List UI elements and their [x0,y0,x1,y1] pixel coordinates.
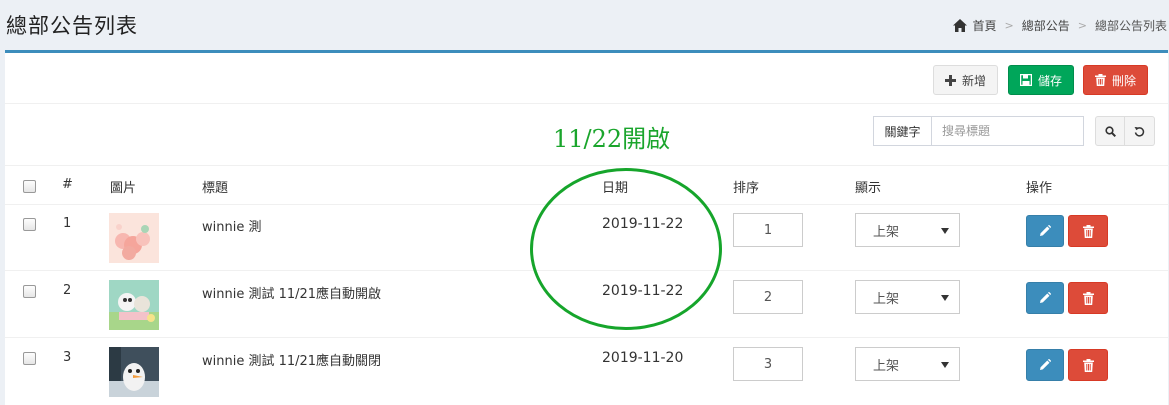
thumbnail-image [109,280,159,330]
row-display-value: 上架 [873,291,900,307]
row-index: 1 [63,216,72,231]
reset-button[interactable] [1125,116,1155,146]
delete-button-label: 刪除 [1111,73,1136,88]
pencil-icon [1040,359,1051,370]
add-button[interactable]: 新增 [933,65,998,95]
row-display-select[interactable]: 上架 [855,280,960,314]
breadcrumb-mid-link[interactable]: 總部公告 [1022,17,1070,34]
search-input[interactable] [931,116,1084,146]
plus-icon [944,74,956,86]
refresh-icon [1134,126,1145,137]
save-button-label: 儲存 [1037,73,1062,88]
content-box: 新增 儲存 刪除 11/22開啟 關鍵字 # 圖片 標題 日期 排序 顯示 操作… [5,50,1168,405]
save-icon [1019,74,1032,86]
row-display-select[interactable]: 上架 [855,213,960,247]
row-index: 2 [63,283,72,298]
row-title: winnie 測 [202,220,262,235]
row-date: 2019-11-22 [602,216,684,232]
row-date: 2019-11-22 [602,283,684,299]
row-edit-button[interactable] [1026,349,1064,381]
delete-button[interactable]: 刪除 [1083,65,1148,95]
notice-text: 11/22開啟 [553,125,671,153]
row-thumbnail[interactable] [109,280,159,330]
home-icon [952,19,967,32]
add-button-label: 新增 [961,73,986,88]
row-order-input[interactable] [733,347,803,381]
row-display-value: 上架 [873,224,900,240]
row-display-value: 上架 [873,358,900,374]
divider [5,270,1168,271]
column-header-display: 顯示 [855,181,882,196]
column-header-date: 日期 [602,181,629,196]
breadcrumb-home-link[interactable]: 首頁 [973,17,997,34]
column-header-order: 排序 [733,181,760,196]
row-date: 2019-11-20 [602,350,684,366]
divider [5,165,1168,166]
select-all-checkbox[interactable] [23,180,36,193]
pencil-icon [1040,292,1051,303]
row-checkbox[interactable] [23,285,36,298]
row-title: winnie 測試 11/21應自動開啟 [202,287,382,302]
row-title: winnie 測試 11/21應自動關閉 [202,354,382,369]
thumbnail-image [109,213,159,263]
search-label: 關鍵字 [873,116,931,146]
save-button[interactable]: 儲存 [1008,65,1074,95]
row-order-input[interactable] [733,213,803,247]
breadcrumb-separator: > [1004,19,1014,32]
page-header: 總部公告列表 首頁 > 總部公告 > 總部公告列表 [0,0,1169,50]
caret-down-icon [941,362,949,368]
search-button[interactable] [1095,116,1125,146]
row-display-select[interactable]: 上架 [855,347,960,381]
column-header-actions: 操作 [1026,181,1053,196]
row-delete-button[interactable] [1068,215,1108,247]
trash-icon [1082,291,1094,305]
breadcrumb-current: 總部公告列表 [1094,19,1167,33]
caret-down-icon [941,228,949,234]
row-order-input[interactable] [733,280,803,314]
toolbar: 新增 儲存 刪除 [5,53,1168,104]
row-edit-button[interactable] [1026,282,1064,314]
trash-icon [1094,74,1106,86]
row-delete-button[interactable] [1068,282,1108,314]
column-header-title: 標題 [202,181,229,196]
page-title: 總部公告列表 [6,14,138,38]
row-index: 3 [63,350,72,365]
row-thumbnail[interactable] [109,347,159,397]
row-edit-button[interactable] [1026,215,1064,247]
thumbnail-image [109,347,159,397]
row-thumbnail[interactable] [109,213,159,263]
breadcrumb: 首頁 > 總部公告 > 總部公告列表 [952,17,1167,34]
breadcrumb-separator: > [1077,19,1087,32]
trash-icon [1082,358,1094,372]
row-checkbox[interactable] [23,352,36,365]
column-header-index: # [62,177,73,192]
search-icon [1104,125,1116,137]
caret-down-icon [941,295,949,301]
divider [5,337,1168,338]
pencil-icon [1040,225,1051,236]
trash-icon [1082,224,1094,238]
row-delete-button[interactable] [1068,349,1108,381]
row-checkbox[interactable] [23,218,36,231]
divider [5,204,1168,205]
search-group: 關鍵字 [873,116,1084,146]
column-header-image: 圖片 [110,181,137,196]
